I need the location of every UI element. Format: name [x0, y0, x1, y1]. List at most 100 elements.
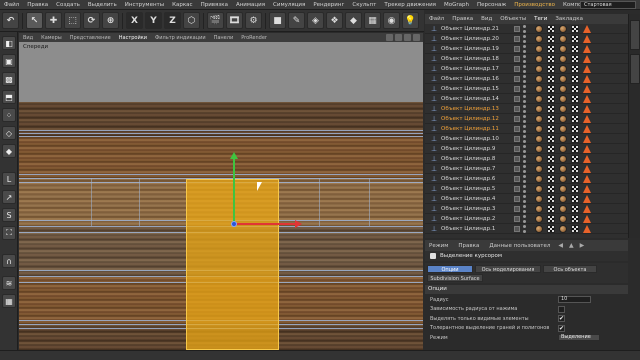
material-tag-icon[interactable] — [535, 84, 543, 93]
x-axis-icon[interactable]: X — [126, 12, 143, 29]
scale-icon[interactable]: ⬚ — [64, 12, 81, 29]
uvw-tag-icon[interactable] — [571, 144, 579, 153]
phong-tag-icon[interactable] — [583, 184, 591, 193]
material-tag-icon[interactable] — [559, 74, 567, 83]
uvw-tag-icon[interactable] — [571, 164, 579, 173]
up-arrow-icon[interactable]: ▲ — [567, 242, 576, 249]
phong-tag-icon[interactable] — [583, 84, 591, 93]
material-tag-icon[interactable] — [559, 84, 567, 93]
layers-icon[interactable]: ≋ — [2, 276, 16, 290]
property-checkbox[interactable]: ✔ — [558, 324, 565, 332]
uvw-tag-icon[interactable] — [571, 124, 579, 133]
uvw-tag-icon[interactable] — [571, 24, 579, 33]
menu-item[interactable]: Правка — [23, 0, 52, 10]
material-tag-icon[interactable] — [559, 104, 567, 113]
deformer-icon[interactable]: ◆ — [345, 12, 362, 29]
object-row[interactable]: ⊥ Объект Цилиндр.13 — [425, 104, 628, 114]
object-row[interactable]: ⊥ Объект Цилиндр.20 — [425, 34, 628, 44]
uvw-tag-icon[interactable] — [571, 74, 579, 83]
material-tag-icon[interactable] — [559, 124, 567, 133]
pen-icon[interactable]: ✎ — [288, 12, 305, 29]
texture-tag-icon[interactable] — [547, 114, 555, 123]
material-tag-icon[interactable] — [559, 154, 567, 163]
material-tag-icon[interactable] — [559, 54, 567, 63]
object-row[interactable]: ⊥ Объект Цилиндр.17 — [425, 64, 628, 74]
material-tag-icon[interactable] — [535, 214, 543, 223]
axis-mode-icon[interactable]: L — [2, 172, 16, 186]
visibility-dots-icon[interactable] — [523, 184, 531, 193]
phong-tag-icon[interactable] — [583, 64, 591, 73]
texture-tag-icon[interactable] — [547, 214, 555, 223]
uvw-tag-icon[interactable] — [571, 134, 579, 143]
undo-icon[interactable]: ↶ — [2, 12, 19, 29]
camera-icon[interactable]: ◉ — [383, 12, 400, 29]
rotate-view-icon[interactable] — [404, 34, 411, 41]
phong-tag-icon[interactable] — [583, 204, 591, 213]
cube-icon[interactable]: ■ — [269, 12, 286, 29]
floor-icon[interactable]: ▦ — [364, 12, 381, 29]
object-row[interactable]: ⊥ Объект Цилиндр.18 — [425, 54, 628, 64]
material-tag-icon[interactable] — [535, 154, 543, 163]
object-row[interactable]: ⊥ Объект Цилиндр.1 — [425, 224, 628, 234]
uvw-tag-icon[interactable] — [571, 194, 579, 203]
uvw-tag-icon[interactable] — [571, 44, 579, 53]
material-tag-icon[interactable] — [535, 194, 543, 203]
subdivision-icon[interactable]: ◈ — [307, 12, 324, 29]
object-row[interactable]: ⊥ Объект Цилиндр.6 — [425, 174, 628, 184]
visibility-check[interactable] — [514, 135, 520, 142]
visibility-dots-icon[interactable] — [523, 54, 531, 63]
menu-item[interactable]: Каркас — [168, 0, 196, 10]
phong-tag-icon[interactable] — [583, 154, 591, 163]
texture-tag-icon[interactable] — [547, 224, 555, 233]
phong-tag-icon[interactable] — [583, 54, 591, 63]
uvw-tag-icon[interactable] — [571, 204, 579, 213]
y-axis-arrow[interactable] — [230, 152, 238, 159]
rotate-icon[interactable]: ⟳ — [83, 12, 100, 29]
visibility-check[interactable] — [514, 65, 520, 72]
uvw-tag-icon[interactable] — [571, 224, 579, 233]
render-picture-viewer-icon[interactable]: 🎞 — [226, 12, 243, 29]
object-row[interactable]: ⊥ Объект Цилиндр.15 — [425, 84, 628, 94]
material-tag-icon[interactable] — [535, 34, 543, 43]
phong-tag-icon[interactable] — [583, 124, 591, 133]
phong-tag-icon[interactable] — [583, 44, 591, 53]
visibility-check[interactable] — [514, 85, 520, 92]
uvw-tag-icon[interactable] — [571, 84, 579, 93]
visibility-check[interactable] — [514, 25, 520, 32]
uvw-tag-icon[interactable] — [571, 104, 579, 113]
material-tag-icon[interactable] — [535, 134, 543, 143]
material-tag-icon[interactable] — [535, 104, 543, 113]
object-row[interactable]: ⊥ Объект Цилиндр.10 — [425, 134, 628, 144]
material-tag-icon[interactable] — [535, 44, 543, 53]
visibility-dots-icon[interactable] — [523, 64, 531, 73]
material-tag-icon[interactable] — [535, 204, 543, 213]
phong-tag-icon[interactable] — [583, 24, 591, 33]
zoom-view-icon[interactable] — [395, 34, 402, 41]
material-tag-icon[interactable] — [559, 24, 567, 33]
material-tag-icon[interactable] — [535, 124, 543, 133]
visibility-dots-icon[interactable] — [523, 214, 531, 223]
material-tag-icon[interactable] — [559, 174, 567, 183]
phong-tag-icon[interactable] — [583, 224, 591, 233]
object-row[interactable]: ⊥ Объект Цилиндр.2 — [425, 214, 628, 224]
menu-item[interactable]: Производство — [510, 0, 559, 10]
material-tag-icon[interactable] — [535, 114, 543, 123]
visibility-dots-icon[interactable] — [523, 134, 531, 143]
material-tag-icon[interactable] — [559, 164, 567, 173]
tab-options[interactable]: Опции — [427, 265, 473, 273]
material-tag-icon[interactable] — [559, 194, 567, 203]
phong-tag-icon[interactable] — [583, 94, 591, 103]
visibility-check[interactable] — [514, 75, 520, 82]
material-tag-icon[interactable] — [559, 94, 567, 103]
menu-item[interactable]: Анимация — [232, 0, 269, 10]
back-arrow-icon[interactable]: ◀ — [556, 242, 565, 249]
viewport-menu-item[interactable]: Панели — [210, 35, 238, 41]
visibility-check[interactable] — [514, 185, 520, 192]
material-tag-icon[interactable] — [535, 184, 543, 193]
visibility-dots-icon[interactable] — [523, 114, 531, 123]
visibility-check[interactable] — [514, 145, 520, 152]
attribute-menu-item[interactable]: Данные пользовател — [485, 243, 554, 249]
visibility-dots-icon[interactable] — [523, 124, 531, 133]
object-row[interactable]: ⊥ Объект Цилиндр.11 — [425, 124, 628, 134]
menu-item[interactable]: Файл — [0, 0, 23, 10]
